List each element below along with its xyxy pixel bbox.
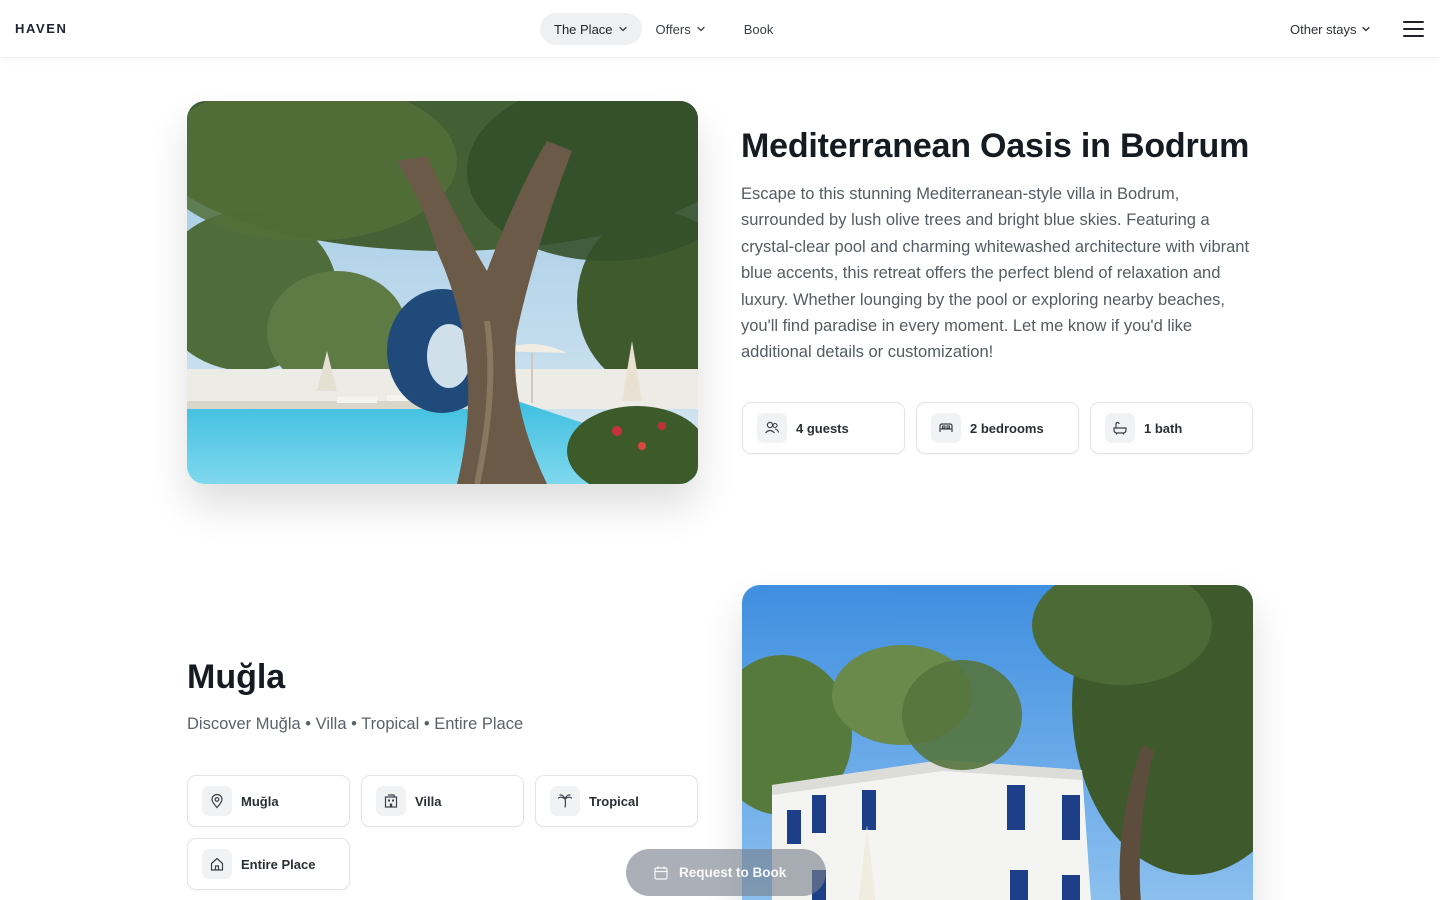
main-nav: The Place Offers Book (540, 13, 789, 45)
tag-villa: Villa (361, 775, 524, 827)
nav-the-place[interactable]: The Place (540, 13, 642, 45)
hamburger-menu-icon[interactable] (1403, 21, 1424, 37)
bed-icon (931, 413, 961, 443)
location-tags: Muğla Villa Tropical Entire Place (187, 775, 702, 890)
feature-bedrooms-label: 2 bedrooms (970, 420, 1044, 436)
tag-tropical: Tropical (535, 775, 698, 827)
request-to-book-label: Request to Book (679, 865, 787, 880)
nav-book[interactable]: Book (720, 13, 790, 45)
top-nav-bar: HAVEN The Place Offers Book Other stays (0, 0, 1440, 58)
chevron-down-icon (618, 26, 627, 32)
villa-photo-illustration (742, 585, 1253, 900)
other-stays-label: Other stays (1290, 21, 1357, 37)
listing-description: Escape to this stunning Mediterranean-st… (741, 185, 1250, 362)
feature-bath: 1 bath (1090, 402, 1253, 454)
tag-mugla: Muğla (187, 775, 350, 827)
home-icon (202, 849, 232, 879)
location-title: Muğla (187, 658, 286, 696)
calendar-icon (654, 866, 668, 880)
tag-villa-label: Villa (415, 793, 442, 809)
pool-photo (187, 101, 698, 484)
listing-title: Mediterranean Oasis in Bodrum (741, 127, 1250, 165)
tag-mugla-label: Muğla (241, 793, 279, 809)
building-icon (376, 786, 406, 816)
chevron-down-icon (1362, 26, 1371, 32)
tag-entire-place-label: Entire Place (241, 856, 316, 872)
feature-bedrooms: 2 bedrooms (916, 402, 1079, 454)
feature-guests: 4 guests (742, 402, 905, 454)
other-stays-dropdown[interactable]: Other stays (1290, 13, 1371, 45)
villa-photo (742, 585, 1253, 900)
map-pin-icon (202, 786, 232, 816)
site-logo[interactable]: HAVEN (15, 21, 68, 36)
palm-tree-icon (550, 786, 580, 816)
feature-bath-label: 1 bath (1144, 420, 1183, 436)
bath-icon (1105, 413, 1135, 443)
tag-tropical-label: Tropical (589, 793, 639, 809)
nav-offers[interactable]: Offers (642, 13, 720, 45)
tag-entire-place: Entire Place (187, 838, 350, 890)
nav-the-place-label: The Place (554, 21, 613, 37)
listing-features: 4 guests 2 bedrooms 1 bath (742, 402, 1253, 454)
nav-book-label: Book (743, 21, 774, 37)
nav-offers-label: Offers (655, 21, 691, 37)
request-to-book-button[interactable]: Request to Book (626, 849, 826, 896)
users-icon (757, 413, 787, 443)
pool-photo-illustration (187, 101, 698, 484)
feature-guests-label: 4 guests (796, 420, 849, 436)
location-subline: Discover Muğla • Villa • Tropical • Enti… (187, 715, 524, 733)
chevron-down-icon (697, 26, 705, 32)
